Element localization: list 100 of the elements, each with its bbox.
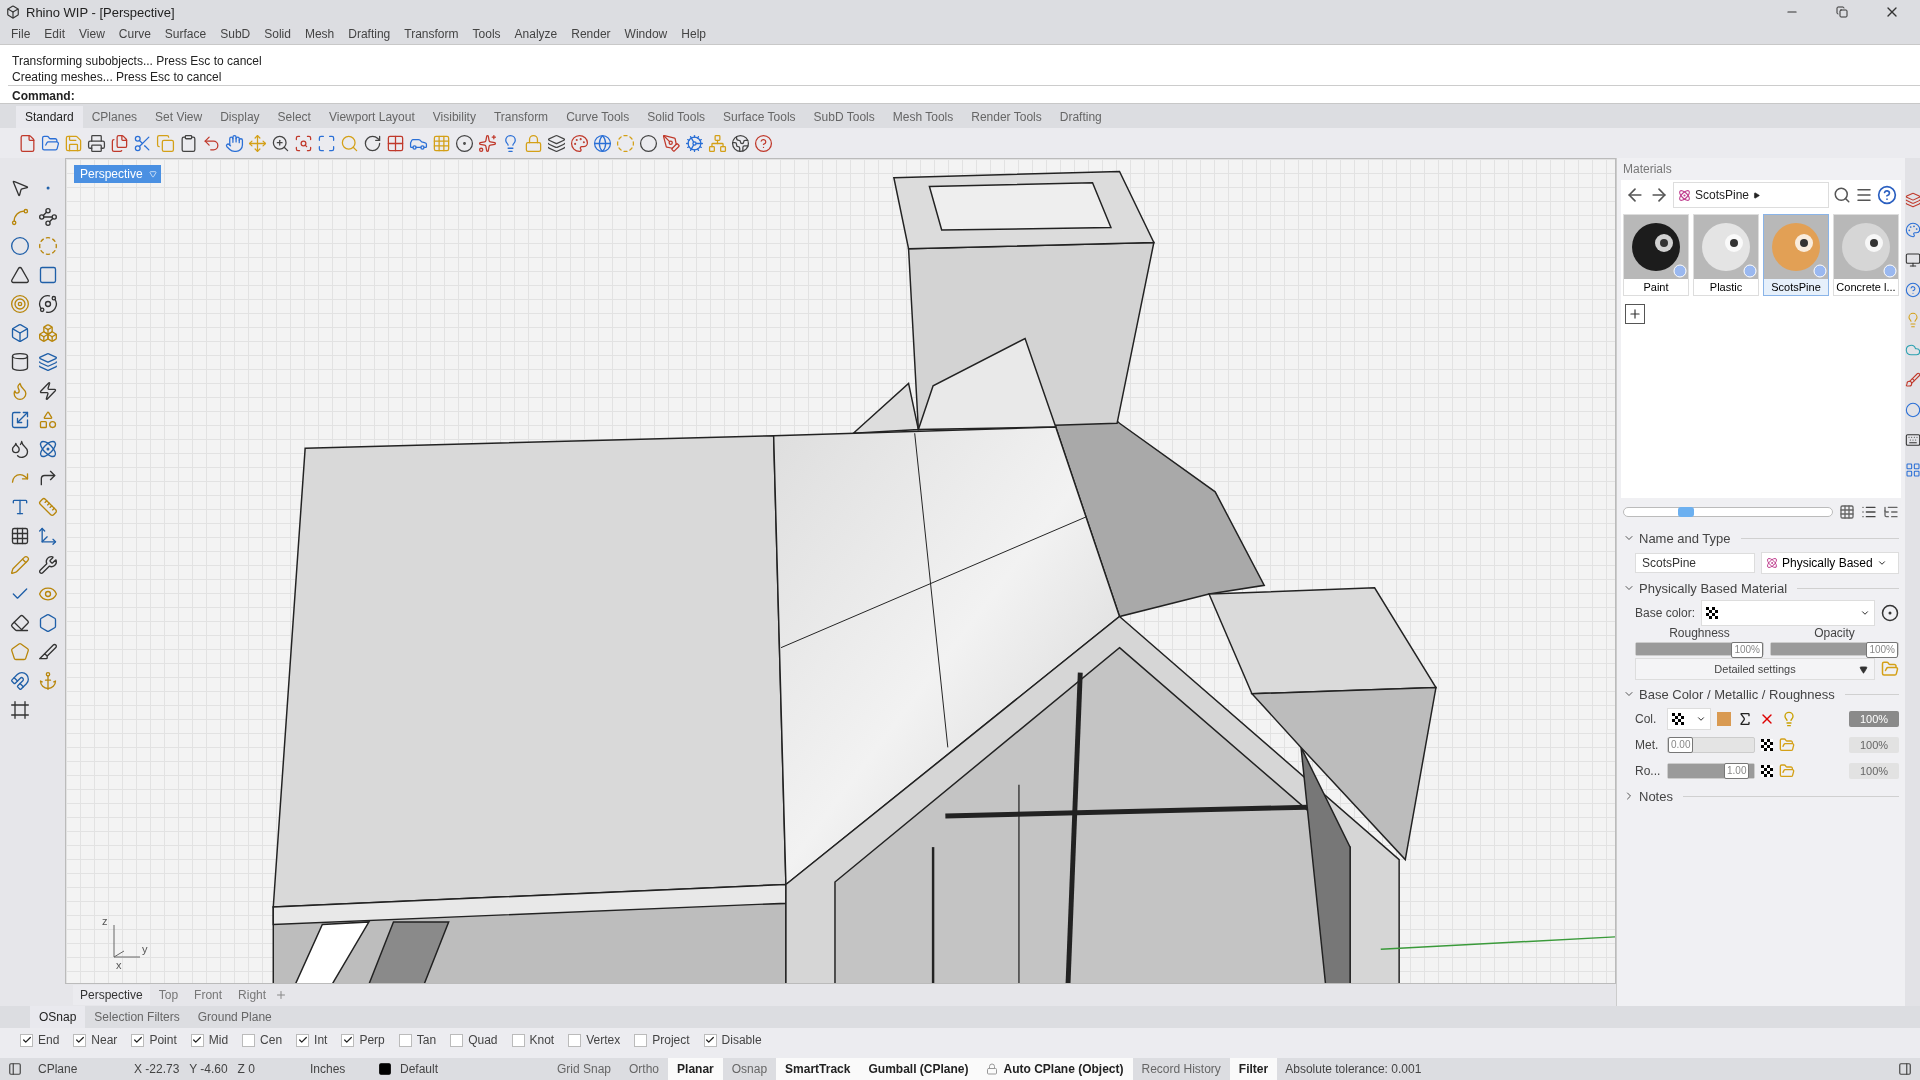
- help-icon[interactable]: [754, 133, 773, 153]
- sphere-preview-icon[interactable]: [1881, 604, 1899, 622]
- circle-dot-icon[interactable]: [455, 133, 474, 153]
- section-header[interactable]: Physically Based Material: [1623, 576, 1899, 600]
- toolbar-tab[interactable]: Transform: [484, 106, 558, 128]
- ruler-icon[interactable]: [38, 497, 58, 517]
- menu-item[interactable]: Edit: [37, 24, 73, 44]
- osnap-checkbox[interactable]: [341, 1033, 355, 1047]
- scissors-icon[interactable]: [133, 133, 152, 153]
- toolbar-tab[interactable]: Drafting: [1050, 106, 1111, 128]
- add-material-button[interactable]: [1625, 304, 1645, 324]
- section-header[interactable]: Notes: [1623, 784, 1899, 808]
- osnap-checkbox[interactable]: [568, 1033, 582, 1047]
- toolbar-tab[interactable]: Render Tools: [962, 106, 1051, 128]
- menu-item[interactable]: Curve: [111, 24, 158, 44]
- anchor-icon[interactable]: [38, 671, 58, 691]
- toolbar-tab[interactable]: Surface Tools: [714, 106, 805, 128]
- folder-icon[interactable]: [41, 133, 60, 153]
- globe-icon[interactable]: [593, 133, 612, 153]
- toolbar-tab[interactable]: Solid Tools: [638, 106, 715, 128]
- layer-label[interactable]: Default: [392, 1062, 548, 1076]
- viewport-tab[interactable]: Right: [231, 985, 274, 1005]
- status-toggle[interactable]: Ortho: [620, 1058, 669, 1080]
- detailed-settings-button[interactable]: Detailed settings: [1635, 658, 1875, 680]
- menu-item[interactable]: Analyze: [507, 24, 565, 44]
- corner-arrow-icon[interactable]: [38, 468, 58, 488]
- osnap-checkbox[interactable]: [242, 1033, 256, 1047]
- box-icon[interactable]: [10, 323, 30, 343]
- osnap-checkbox[interactable]: [131, 1033, 145, 1047]
- wrench-icon[interactable]: [38, 555, 58, 575]
- cylinder-icon[interactable]: [10, 352, 30, 372]
- panel-toggle-icon[interactable]: [1898, 1062, 1912, 1076]
- material-thumbnail[interactable]: Paint: [1623, 214, 1689, 296]
- atom-icon[interactable]: [38, 439, 58, 459]
- layers-icon[interactable]: [38, 352, 58, 372]
- pencil-icon[interactable]: [10, 555, 30, 575]
- osnap-checkbox[interactable]: [296, 1033, 310, 1047]
- status-toggle[interactable]: Grid Snap: [548, 1058, 621, 1080]
- osnap-checkbox[interactable]: [634, 1033, 648, 1047]
- toolbar-tab[interactable]: SubD Tools: [804, 106, 884, 128]
- viewport-canvas[interactable]: Perspective z y x: [65, 158, 1616, 984]
- material-thumbnail[interactable]: Plastic: [1693, 214, 1759, 296]
- status-toggle[interactable]: Gumball (CPlane): [859, 1058, 978, 1080]
- menu-item[interactable]: Render: [564, 24, 618, 44]
- layers-icon[interactable]: [1905, 192, 1920, 208]
- osnap-checkbox[interactable]: [450, 1033, 464, 1047]
- status-toggle[interactable]: SmartTrack: [776, 1058, 860, 1080]
- target-icon[interactable]: [10, 294, 30, 314]
- clipboard-icon[interactable]: [179, 133, 198, 153]
- shapes-icon[interactable]: [38, 410, 58, 430]
- boxes-icon[interactable]: [38, 323, 58, 343]
- section-header[interactable]: Base Color / Metallic / Roughness: [1623, 682, 1899, 706]
- brush-icon[interactable]: [1905, 372, 1920, 388]
- panel-tab[interactable]: Selection Filters: [85, 1006, 189, 1028]
- breadcrumb-field[interactable]: ScotsPine: [1673, 182, 1829, 208]
- color-dropdown[interactable]: [1667, 708, 1711, 730]
- frame-icon[interactable]: [10, 700, 30, 720]
- viewport-tab[interactable]: Front: [187, 985, 230, 1005]
- menu-item[interactable]: Help: [674, 24, 713, 44]
- color-wheel-icon[interactable]: [1905, 222, 1920, 238]
- help-icon[interactable]: [1877, 185, 1897, 205]
- tree-view-icon[interactable]: [1883, 504, 1899, 520]
- menu-item[interactable]: View: [72, 24, 112, 44]
- help-icon[interactable]: [1905, 282, 1920, 298]
- toolbar-tab[interactable]: Select: [268, 106, 320, 128]
- menu-item[interactable]: File: [4, 24, 38, 44]
- menu-item[interactable]: Window: [617, 24, 675, 44]
- panel-toggle-icon[interactable]: [8, 1062, 22, 1076]
- polyline-icon[interactable]: [38, 207, 58, 227]
- toolbar-tab[interactable]: Visibility: [423, 106, 485, 128]
- toolbar-tab[interactable]: Curve Tools: [557, 106, 639, 128]
- menu-item[interactable]: Drafting: [341, 24, 398, 44]
- new-file-icon[interactable]: [18, 133, 37, 153]
- pen-icon[interactable]: [662, 133, 681, 153]
- circle-icon[interactable]: [10, 236, 30, 256]
- four-viewports-icon[interactable]: [386, 133, 405, 153]
- curve-icon[interactable]: [10, 207, 30, 227]
- osnap-checkbox[interactable]: [20, 1033, 33, 1047]
- material-thumbnail[interactable]: ScotsPine: [1763, 214, 1829, 296]
- osnap-checkbox[interactable]: [511, 1033, 525, 1047]
- hexagon-icon[interactable]: [38, 613, 58, 633]
- earth-icon[interactable]: [731, 133, 750, 153]
- slider-track[interactable]: 100%: [1770, 642, 1899, 656]
- move-3d-icon[interactable]: [38, 526, 58, 546]
- toolbar-tab[interactable]: Mesh Tools: [883, 106, 963, 128]
- pentagon-icon[interactable]: [10, 642, 30, 662]
- text-icon[interactable]: [10, 497, 30, 517]
- dashed-circle-icon[interactable]: [38, 236, 58, 256]
- zoom-in-icon[interactable]: [271, 133, 290, 153]
- grid-view-icon[interactable]: [1839, 504, 1855, 520]
- material-type-dropdown[interactable]: Physically Based: [1761, 552, 1899, 574]
- menu-item[interactable]: Tools: [465, 24, 508, 44]
- pages-icon[interactable]: [110, 133, 129, 153]
- list-view-icon[interactable]: [1861, 504, 1877, 520]
- osnap-checkbox[interactable]: [73, 1033, 87, 1047]
- slider-track[interactable]: 100%: [1635, 642, 1764, 656]
- orbit-icon[interactable]: [38, 294, 58, 314]
- thumbnail-size-slider[interactable]: [1623, 507, 1833, 517]
- sparkles-icon[interactable]: [478, 133, 497, 153]
- menu-item[interactable]: SubD: [213, 24, 258, 44]
